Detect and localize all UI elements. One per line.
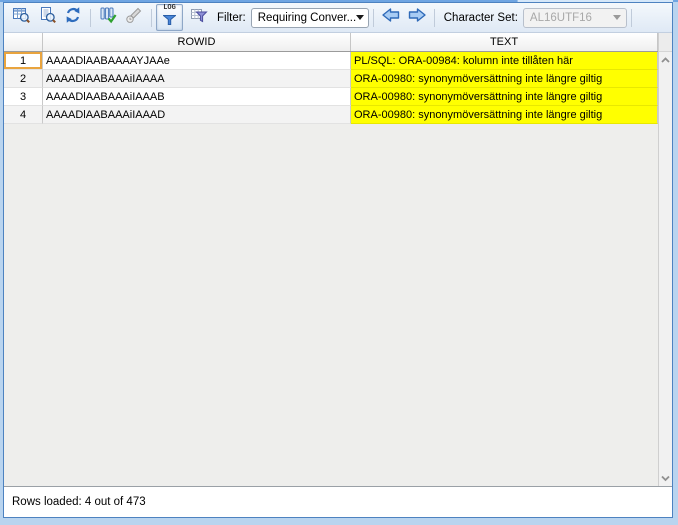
rownum-cell[interactable]: 3 bbox=[4, 88, 43, 106]
view-log-icon bbox=[38, 6, 56, 29]
scrollbar-down-button[interactable] bbox=[659, 470, 672, 486]
chevron-down-icon bbox=[660, 469, 671, 487]
grid-header-row: ROWID TEXT bbox=[4, 33, 658, 52]
filter-dropdown[interactable]: Requiring Conver... bbox=[251, 8, 369, 28]
charset-label: Character Set: bbox=[444, 12, 518, 24]
next-page-button[interactable] bbox=[404, 8, 430, 28]
data-grid-main: ROWID TEXT 1 AAAADlAABAAAAYJAAe PL/SQL: … bbox=[4, 33, 658, 486]
rownum-cell-selected[interactable]: 1 bbox=[4, 52, 43, 70]
filter-dropdown-value: Requiring Conver... bbox=[258, 12, 356, 24]
toolbar-separator bbox=[151, 9, 152, 27]
header-rownum[interactable] bbox=[4, 33, 43, 51]
vertical-scrollbar[interactable] bbox=[658, 33, 672, 486]
edit-data-button-disabled bbox=[121, 5, 147, 31]
previous-page-button[interactable] bbox=[378, 8, 404, 28]
toolbar: LOG Filter: Requiring Conver... bbox=[4, 3, 672, 33]
log-filter-toggle-icon bbox=[163, 12, 176, 30]
edit-disabled-icon bbox=[125, 6, 143, 29]
rownum-cell[interactable]: 2 bbox=[4, 70, 43, 88]
scrollbar-header-gap bbox=[659, 33, 672, 52]
table-row: 3 AAAADlAABAAAiIAAAB ORA-00980: synonymö… bbox=[4, 88, 658, 106]
data-grid: ROWID TEXT 1 AAAADlAABAAAAYJAAe PL/SQL: … bbox=[4, 33, 672, 486]
convert-columns-button[interactable] bbox=[95, 5, 121, 31]
toolbar-separator bbox=[90, 9, 91, 27]
rows-loaded-status: Rows loaded: 4 out of 473 bbox=[12, 496, 146, 508]
refresh-button[interactable] bbox=[60, 5, 86, 31]
charset-dropdown-disabled: AL16UTF16 bbox=[523, 8, 627, 28]
table-row: 4 AAAADlAABAAAiIAAAD ORA-00980: synonymö… bbox=[4, 106, 658, 124]
rowid-cell[interactable]: AAAADlAABAAAiIAAAD bbox=[43, 106, 351, 124]
toolbar-separator bbox=[434, 9, 435, 27]
chevron-up-icon bbox=[660, 51, 671, 69]
scrollbar-track[interactable] bbox=[659, 68, 672, 470]
grid-empty-area bbox=[4, 124, 658, 486]
rowid-cell[interactable]: AAAADlAABAAAiIAAAB bbox=[43, 88, 351, 106]
dropdown-caret-icon bbox=[356, 15, 364, 20]
rowid-cell[interactable]: AAAADlAABAAAiIAAAA bbox=[43, 70, 351, 88]
toolbar-separator bbox=[631, 9, 632, 27]
header-rowid[interactable]: ROWID bbox=[43, 33, 351, 51]
scrollbar-up-button[interactable] bbox=[659, 52, 672, 68]
filter-grid-icon bbox=[190, 6, 208, 29]
log-filter-toggle-label: LOG bbox=[163, 5, 176, 12]
text-cell-highlighted[interactable]: PL/SQL: ORA-00984: kolumn inte tillåten … bbox=[351, 52, 658, 70]
view-log-button[interactable] bbox=[34, 5, 60, 31]
toolbar-separator bbox=[373, 9, 374, 27]
text-cell-highlighted[interactable]: ORA-00980: synonymöversättning inte läng… bbox=[351, 106, 658, 124]
filter-grid-button[interactable] bbox=[186, 5, 212, 31]
text-cell-highlighted[interactable]: ORA-00980: synonymöversättning inte läng… bbox=[351, 88, 658, 106]
back-arrow-icon bbox=[380, 7, 402, 28]
status-bar: Rows loaded: 4 out of 473 bbox=[4, 486, 672, 517]
refresh-icon bbox=[64, 6, 82, 29]
forward-arrow-icon bbox=[406, 7, 428, 28]
query-data-icon bbox=[12, 6, 30, 29]
rownum-cell[interactable]: 4 bbox=[4, 106, 43, 124]
table-row: 1 AAAADlAABAAAAYJAAe PL/SQL: ORA-00984: … bbox=[4, 52, 658, 70]
columns-check-icon bbox=[99, 6, 117, 29]
text-cell-highlighted[interactable]: ORA-00980: synonymöversättning inte läng… bbox=[351, 70, 658, 88]
table-row: 2 AAAADlAABAAAiIAAAA ORA-00980: synonymö… bbox=[4, 70, 658, 88]
query-data-button[interactable] bbox=[8, 5, 34, 31]
data-viewer-window: LOG Filter: Requiring Conver... bbox=[3, 2, 673, 518]
rowid-cell[interactable]: AAAADlAABAAAAYJAAe bbox=[43, 52, 351, 70]
dropdown-caret-icon bbox=[613, 15, 621, 20]
charset-dropdown-value: AL16UTF16 bbox=[530, 12, 592, 24]
header-text[interactable]: TEXT bbox=[351, 33, 658, 51]
filter-label: Filter: bbox=[217, 12, 246, 24]
log-filter-toggle-button[interactable]: LOG bbox=[156, 4, 183, 31]
